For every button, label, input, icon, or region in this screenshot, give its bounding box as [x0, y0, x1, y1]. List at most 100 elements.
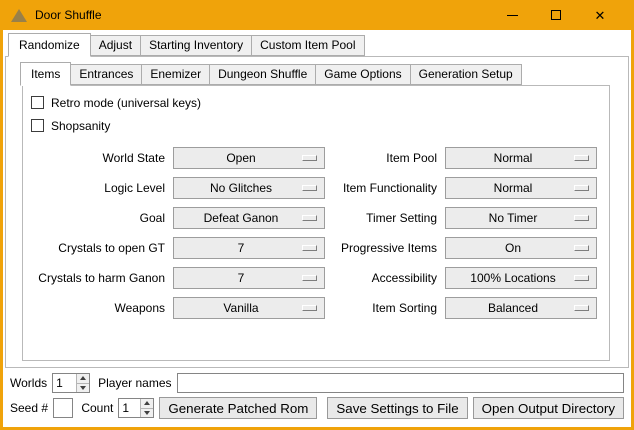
item-sorting-label: Item Sorting [333, 301, 437, 315]
seed-input[interactable] [54, 399, 72, 417]
dropdown-indicator-icon [302, 155, 317, 161]
items-pane: Retro mode (universal keys) Shopsanity W… [22, 85, 610, 361]
count-label: Count [81, 401, 113, 415]
dropdown-indicator-icon [574, 245, 589, 251]
worlds-input[interactable] [53, 374, 76, 392]
timer-setting-dropdown[interactable]: No Timer [445, 207, 597, 229]
randomize-pane: Items Entrances Enemizer Dungeon Shuffle… [5, 56, 629, 368]
checkbox-box[interactable] [31, 96, 44, 109]
seed-field[interactable] [53, 398, 73, 418]
accessibility-dropdown[interactable]: 100% Locations [445, 267, 597, 289]
bottom-bar: Worlds Player names Seed # [3, 373, 631, 419]
spinner-buttons [140, 399, 153, 417]
tab-generation-setup[interactable]: Generation Setup [410, 64, 522, 85]
spinner-up-icon [144, 401, 150, 405]
worlds-spinner[interactable] [52, 373, 90, 393]
dropdown-value: 7 [238, 271, 261, 285]
checkbox-label: Retro mode (universal keys) [51, 96, 201, 110]
window-body: Randomize Adjust Starting Inventory Cust… [3, 30, 631, 427]
dropdown-indicator-icon [302, 245, 317, 251]
tab-entrances[interactable]: Entrances [70, 64, 142, 85]
dropdown-value: Vanilla [223, 301, 274, 315]
player-names-label: Player names [98, 376, 171, 390]
crystals-harm-ganon-dropdown[interactable]: 7 [173, 267, 325, 289]
caption-buttons: ✕ [490, 0, 622, 30]
goal-dropdown[interactable]: Defeat Ganon [173, 207, 325, 229]
item-functionality-dropdown[interactable]: Normal [445, 177, 597, 199]
crystals-harm-ganon-label: Crystals to harm Ganon [29, 271, 165, 285]
minimize-icon [507, 15, 518, 16]
tab-items[interactable]: Items [20, 62, 71, 86]
dropdown-value: On [505, 241, 537, 255]
dropdown-value: No Glitches [210, 181, 288, 195]
weapons-label: Weapons [29, 301, 165, 315]
spinner-down-icon [144, 411, 150, 415]
dropdown-value: Open [226, 151, 271, 165]
item-pool-dropdown[interactable]: Normal [445, 147, 597, 169]
spinner-down-button[interactable] [141, 409, 153, 418]
player-names-field[interactable] [177, 373, 625, 393]
item-sorting-dropdown[interactable]: Balanced [445, 297, 597, 319]
spinner-up-icon [80, 376, 86, 380]
item-functionality-label: Item Functionality [333, 181, 437, 195]
count-input[interactable] [119, 399, 140, 417]
dropdown-indicator-icon [302, 215, 317, 221]
item-pool-label: Item Pool [333, 151, 437, 165]
progressive-items-dropdown[interactable]: On [445, 237, 597, 259]
inner-tab-bar: Items Entrances Enemizer Dungeon Shuffle… [20, 62, 628, 85]
dropdown-indicator-icon [302, 305, 317, 311]
spinner-down-button[interactable] [77, 384, 89, 393]
dropdown-indicator-icon [574, 215, 589, 221]
seed-label: Seed # [10, 401, 48, 415]
generate-patched-rom-button[interactable]: Generate Patched Rom [159, 397, 317, 419]
minimize-button[interactable] [490, 0, 534, 30]
tab-adjust[interactable]: Adjust [90, 35, 141, 56]
dropdown-indicator-icon [574, 185, 589, 191]
open-output-directory-button[interactable]: Open Output Directory [473, 397, 624, 419]
dropdown-value: Defeat Ganon [204, 211, 295, 225]
tab-starting-inventory[interactable]: Starting Inventory [140, 35, 252, 56]
dropdown-indicator-icon [574, 275, 589, 281]
dropdown-value: 100% Locations [470, 271, 571, 285]
tab-enemizer[interactable]: Enemizer [141, 64, 210, 85]
dropdown-indicator-icon [574, 305, 589, 311]
worlds-row: Worlds Player names [10, 373, 624, 393]
tab-randomize[interactable]: Randomize [8, 33, 91, 57]
save-settings-button[interactable]: Save Settings to File [327, 397, 467, 419]
retro-mode-checkbox[interactable]: Retro mode (universal keys) [31, 91, 609, 114]
spinner-up-button[interactable] [77, 374, 89, 384]
worlds-label: Worlds [10, 376, 47, 390]
maximize-button[interactable] [534, 0, 578, 30]
tab-custom-item-pool[interactable]: Custom Item Pool [251, 35, 364, 56]
dropdown-value: No Timer [489, 211, 554, 225]
weapons-dropdown[interactable]: Vanilla [173, 297, 325, 319]
dropdown-value: Normal [494, 181, 549, 195]
spinner-buttons [76, 374, 89, 392]
logic-level-dropdown[interactable]: No Glitches [173, 177, 325, 199]
maximize-icon [551, 10, 561, 20]
close-icon: ✕ [595, 9, 606, 22]
dropdown-indicator-icon [302, 275, 317, 281]
checkbox-box[interactable] [31, 119, 44, 132]
window: Door Shuffle ✕ Randomize Adjust Starting… [0, 0, 634, 430]
timer-setting-label: Timer Setting [333, 211, 437, 225]
dropdown-indicator-icon [302, 185, 317, 191]
seed-row: Seed # Count Generate Patched Rom Save S… [10, 397, 624, 419]
tab-dungeon-shuffle[interactable]: Dungeon Shuffle [209, 64, 316, 85]
shopsanity-checkbox[interactable]: Shopsanity [31, 114, 609, 137]
dropdown-value: Normal [494, 151, 549, 165]
player-names-input[interactable] [178, 374, 624, 392]
dropdown-indicator-icon [574, 155, 589, 161]
titlebar[interactable]: Door Shuffle ✕ [0, 0, 634, 30]
crystals-open-gt-dropdown[interactable]: 7 [173, 237, 325, 259]
close-button[interactable]: ✕ [578, 0, 622, 30]
accessibility-label: Accessibility [333, 271, 437, 285]
tab-game-options[interactable]: Game Options [315, 64, 410, 85]
app-icon[interactable] [11, 9, 27, 22]
count-spinner[interactable] [118, 398, 154, 418]
dropdown-value: Balanced [488, 301, 554, 315]
world-state-dropdown[interactable]: Open [173, 147, 325, 169]
spinner-down-icon [80, 386, 86, 390]
logic-level-label: Logic Level [29, 181, 165, 195]
spinner-up-button[interactable] [141, 399, 153, 409]
